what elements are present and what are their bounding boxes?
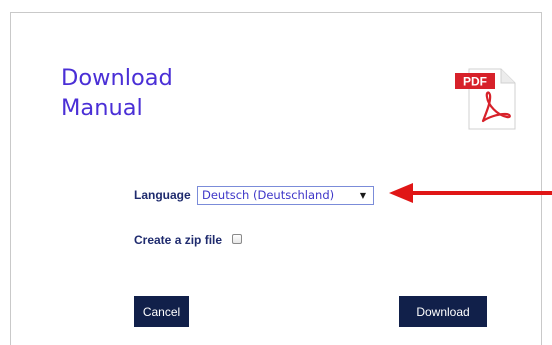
pdf-badge-text: PDF [463, 75, 487, 89]
zip-label: Create a zip file [134, 233, 223, 247]
download-button[interactable]: Download [399, 296, 487, 327]
zip-checkbox[interactable] [232, 234, 242, 244]
title-line-1: Download [61, 65, 173, 91]
red-arrow-icon [389, 183, 552, 203]
title-line-2: Manual [61, 95, 143, 121]
download-manual-dialog: Download Manual PDF Language Deutsch (De… [10, 12, 552, 345]
cancel-button[interactable]: Cancel [134, 296, 189, 327]
language-label: Language [134, 188, 191, 202]
dialog-title: Download Manual [61, 63, 261, 123]
pdf-file-icon: PDF [455, 68, 516, 130]
chevron-down-icon: ▼ [359, 191, 366, 200]
language-select[interactable]: Deutsch (Deutschland) ▼ [197, 186, 374, 205]
language-selected-value: Deutsch (Deutschland) [202, 188, 335, 202]
